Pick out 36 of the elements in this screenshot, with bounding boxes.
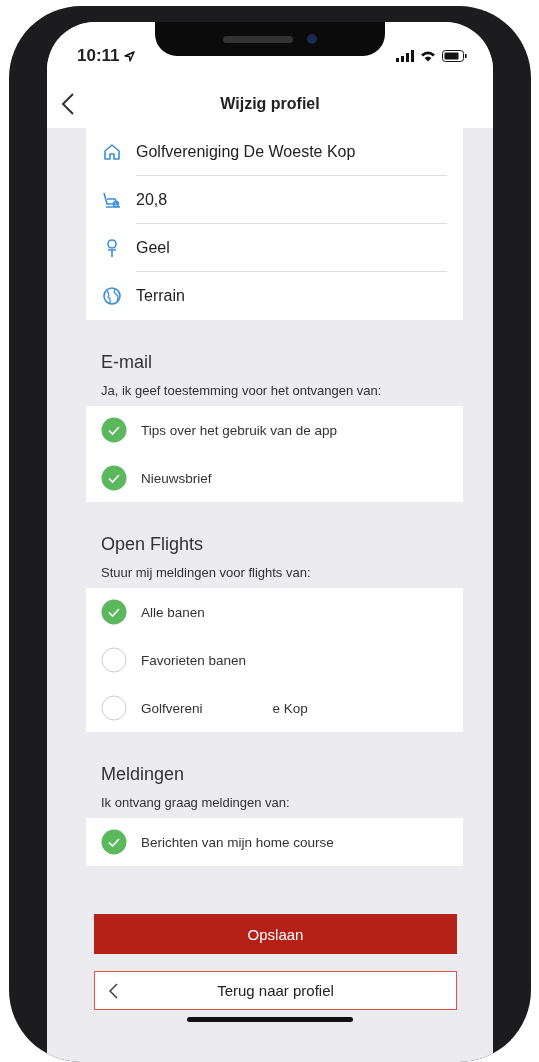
option-label: e Kop (272, 700, 308, 716)
section-subtitle: Ik ontvang graag meldingen van: (101, 795, 291, 810)
back-to-profile-button[interactable]: Terug naar profiel (94, 971, 457, 1010)
house-icon (102, 142, 122, 162)
option-label: Alle banen (141, 604, 205, 620)
signal-icon (396, 50, 414, 62)
profile-value: Terrain (136, 287, 185, 305)
location-arrow-icon (123, 50, 135, 62)
chevron-left-icon (109, 982, 118, 999)
profile-value: Geel (136, 238, 170, 257)
section-title: Open Flights (101, 534, 205, 555)
unchecked-circle-icon[interactable] (101, 647, 127, 673)
option-label: Berichten van mijn home course (141, 834, 334, 850)
checked-circle-icon[interactable] (101, 599, 127, 625)
page-title: Wijzig profiel (220, 95, 320, 113)
checked-circle-icon[interactable] (101, 465, 127, 491)
option-label: Favorieten banen (141, 652, 247, 668)
section-subtitle: Stuur mij meldingen voor flights van: (101, 565, 312, 580)
option-label: Nieuwsbrief (141, 470, 212, 486)
section-title: E-mail (101, 352, 153, 373)
golf-cart-icon (102, 190, 122, 210)
option-label: Golfvereni (141, 700, 203, 716)
globe-icon (102, 286, 122, 306)
status-time: 10:11 (77, 46, 120, 66)
profile-value: 20,8 (136, 190, 168, 209)
checked-circle-icon[interactable] (101, 417, 127, 443)
checked-circle-icon[interactable] (101, 829, 127, 855)
section-subtitle: Ja, ik geef toestemming voor het ontvangen van: (101, 383, 383, 398)
save-button[interactable]: Opslaan (94, 914, 457, 954)
unchecked-circle-icon[interactable] (101, 695, 127, 721)
option-label: Tips over het gebruik van de app (141, 422, 338, 438)
profile-value: Golfvereniging De Woeste Kop (136, 142, 356, 161)
section-title: Meldingen (101, 764, 186, 785)
wifi-icon (420, 50, 436, 62)
back-icon[interactable] (61, 92, 75, 116)
battery-icon (442, 50, 467, 62)
